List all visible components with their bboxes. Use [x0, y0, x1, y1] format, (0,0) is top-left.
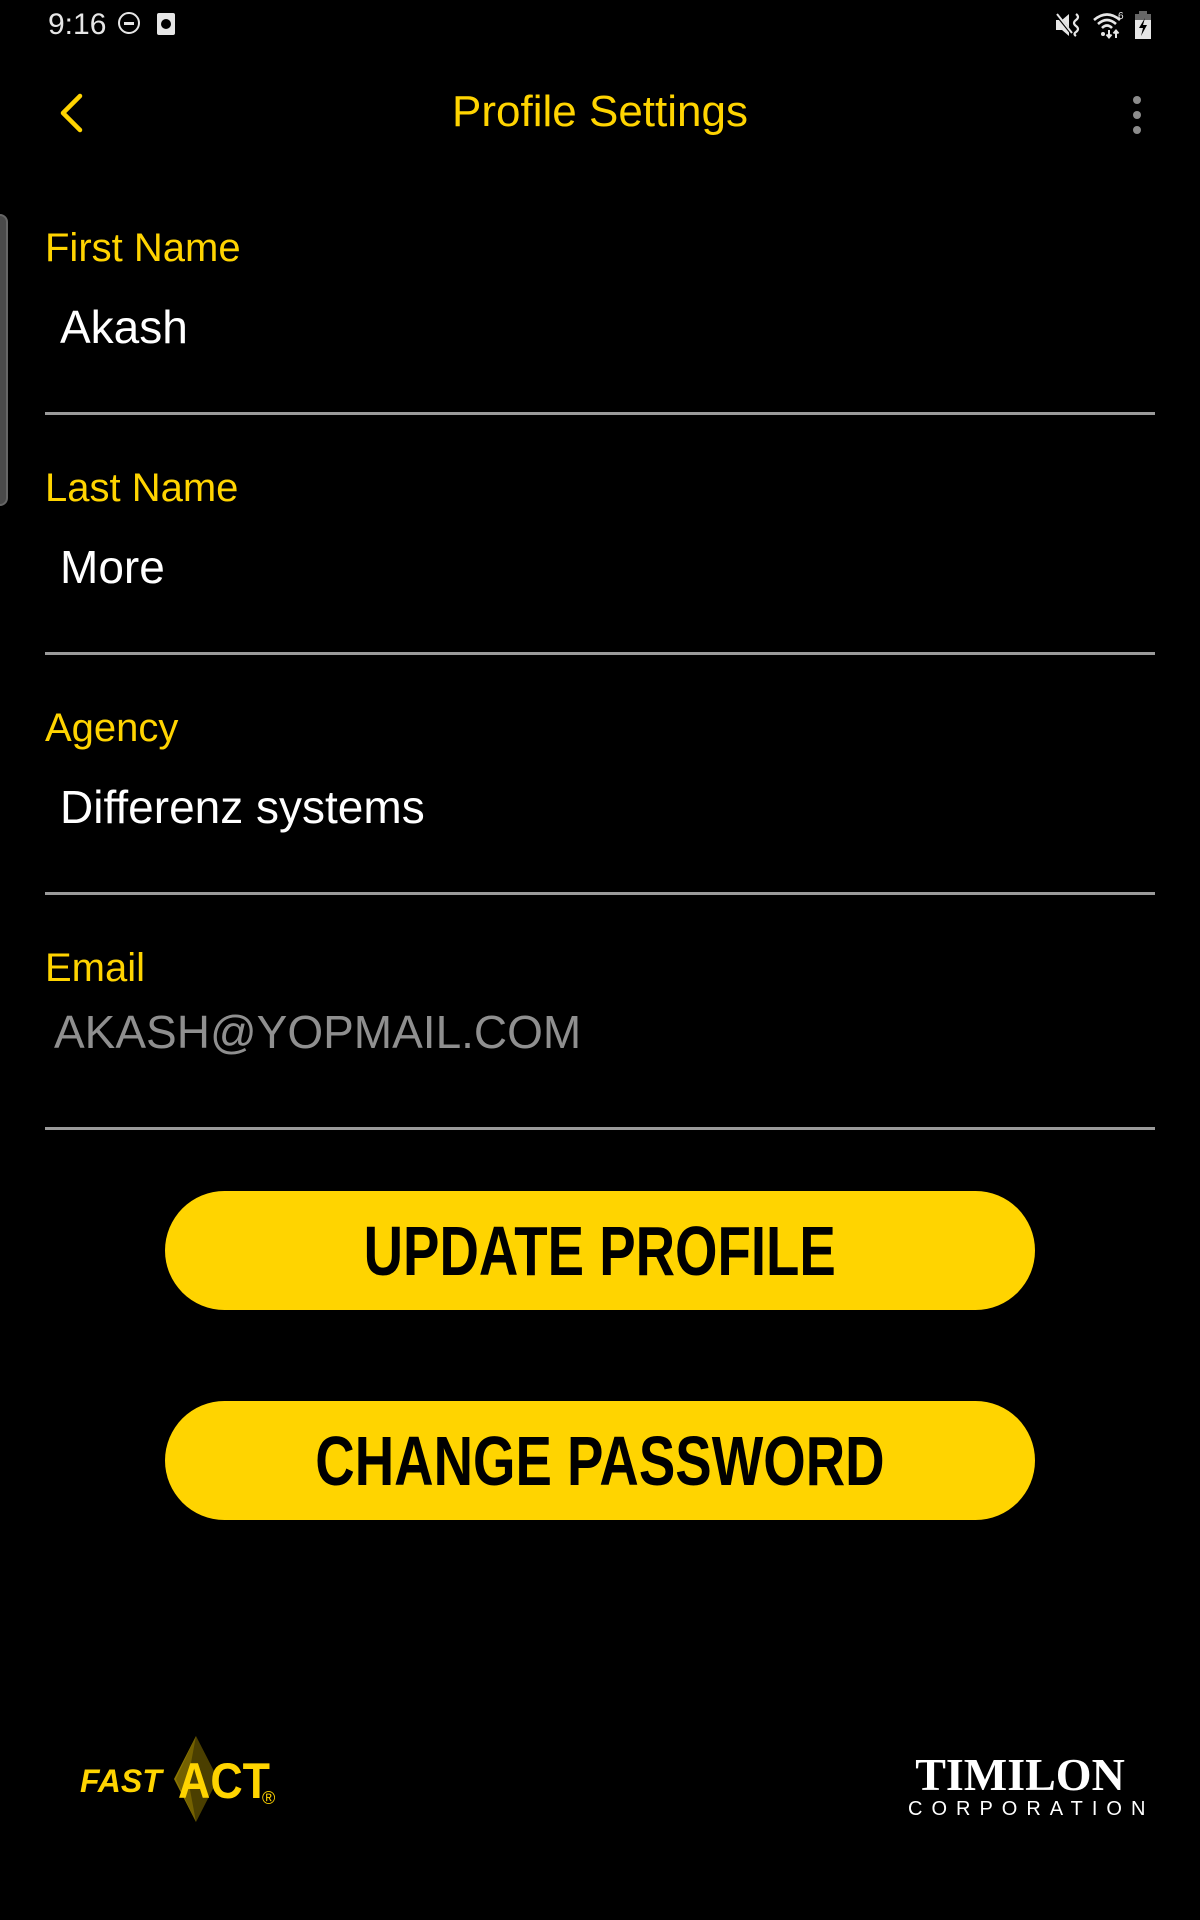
- email-input[interactable]: [54, 1004, 1134, 1060]
- wifi-badge: 6: [1118, 11, 1124, 22]
- do-not-disturb-icon: [118, 12, 140, 34]
- battery-charging-icon: [1135, 11, 1151, 39]
- field-divider: [45, 1127, 1155, 1130]
- last-name-label: Last Name: [45, 466, 239, 510]
- change-password-label: CHANGE PASSWORD: [315, 1421, 885, 1500]
- more-vertical-icon-dot: [1133, 96, 1141, 104]
- agency-label: Agency: [45, 706, 179, 750]
- status-icons: 6: [1054, 8, 1152, 42]
- first-name-input[interactable]: [60, 299, 1140, 355]
- more-options-button[interactable]: [1120, 90, 1154, 140]
- update-profile-label: UPDATE PROFILE: [363, 1211, 837, 1290]
- registered-mark: ®: [262, 1788, 275, 1808]
- wifi-icon: 6: [1093, 11, 1124, 40]
- last-name-input[interactable]: [60, 539, 1140, 595]
- last-name-field: Last Name: [45, 464, 1155, 704]
- page-title: Profile Settings: [452, 87, 748, 136]
- clock-app-icon: [157, 13, 175, 35]
- fastact-logo: FAST ACT ®: [78, 1734, 288, 1824]
- first-name-field: First Name: [45, 224, 1155, 464]
- timilon-logo: TIMILON CORPORATION: [900, 1749, 1155, 1821]
- agency-field: Agency: [45, 704, 1155, 944]
- change-password-button[interactable]: CHANGE PASSWORD: [165, 1401, 1035, 1520]
- more-vertical-icon-dot: [1133, 126, 1141, 134]
- more-vertical-icon-dot: [1133, 111, 1141, 119]
- timilon-logo-name: TIMILON: [915, 1749, 1125, 1800]
- timilon-logo-sub: CORPORATION: [908, 1798, 1155, 1820]
- first-name-label: First Name: [45, 226, 241, 270]
- status-time: 9:16: [48, 8, 107, 41]
- edge-panel-handle[interactable]: [0, 214, 8, 506]
- email-field: Email: [45, 944, 1155, 1184]
- email-label: Email: [45, 946, 146, 990]
- field-divider: [45, 412, 1155, 415]
- field-divider: [45, 652, 1155, 655]
- update-profile-button[interactable]: UPDATE PROFILE: [165, 1191, 1035, 1310]
- vibrate-mute-icon: [1054, 13, 1080, 37]
- fastact-logo-fast: FAST: [80, 1763, 164, 1799]
- agency-input[interactable]: [60, 779, 1140, 835]
- field-divider: [45, 892, 1155, 895]
- fastact-logo-act: ACT: [178, 1753, 270, 1809]
